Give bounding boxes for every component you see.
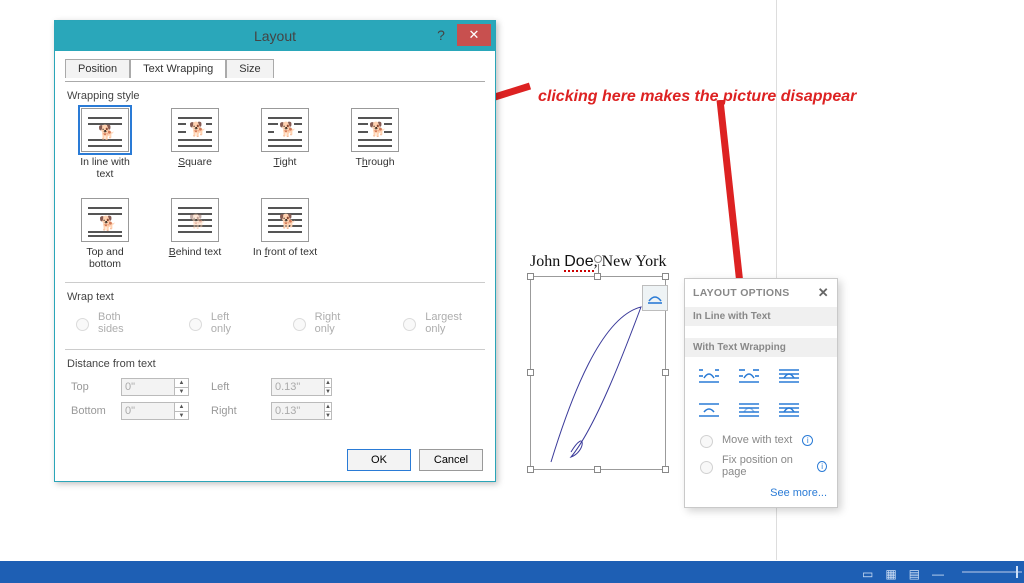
resize-handle[interactable]: [527, 466, 534, 473]
flyout-close-icon[interactable]: ✕: [818, 285, 829, 301]
wrap-label: Top and bottom: [86, 246, 123, 270]
layout-options-flyout: LAYOUT OPTIONS ✕ In Line with Text With …: [684, 278, 838, 508]
wrapping-style-label: Wrapping style: [67, 90, 485, 102]
wrap-text-label: Wrap text: [67, 291, 485, 303]
annotation-text: clicking here makes the picture disappea…: [538, 88, 856, 106]
flyout-option-through[interactable]: [773, 363, 805, 389]
wrap-option-behind[interactable]: 🐕 Behind text: [161, 198, 229, 270]
resize-handle[interactable]: [594, 273, 601, 280]
tab-text-wrapping[interactable]: Text Wrapping: [130, 59, 226, 78]
dist-top-input: ▲▼: [121, 378, 191, 396]
resize-handle[interactable]: [662, 466, 669, 473]
flyout-option-square[interactable]: [693, 363, 725, 389]
flyout-section-wrap: With Text Wrapping: [685, 338, 837, 357]
wrap-option-topbottom[interactable]: 🐕 Top and bottom: [71, 198, 139, 270]
status-bar: ▭ ▦ ▤ —: [0, 561, 1024, 583]
dist-left-label: Left: [211, 381, 271, 393]
view-print-layout-icon[interactable]: ▦: [885, 567, 896, 581]
dist-bottom-label: Bottom: [71, 405, 121, 417]
flyout-option-tight[interactable]: [733, 363, 765, 389]
layout-options-icon: [646, 291, 664, 305]
tab-position[interactable]: Position: [65, 59, 130, 78]
dist-right-input: ▲▼: [271, 402, 321, 420]
dialog-title: Layout: [254, 28, 296, 44]
wrap-label: Behind text: [169, 246, 222, 258]
dist-right-label: Right: [211, 405, 271, 417]
wrap-option-tight[interactable]: 🐕 Tight: [251, 108, 319, 180]
wrap-label: Tight: [274, 156, 297, 168]
dialog-titlebar[interactable]: Layout ? ✕: [55, 21, 495, 51]
ok-button[interactable]: OK: [347, 449, 411, 471]
zoom-out-icon[interactable]: —: [932, 567, 944, 581]
flyout-option-infront[interactable]: [773, 397, 805, 423]
view-web-layout-icon[interactable]: ▤: [909, 567, 920, 581]
help-icon[interactable]: ?: [427, 24, 455, 46]
flyout-radio-fix-position: Fix position on pagei: [685, 451, 837, 481]
radio-left-only: Left only: [184, 311, 248, 335]
resize-handle[interactable]: [527, 273, 534, 280]
resize-handle[interactable]: [662, 369, 669, 376]
rotate-handle[interactable]: [594, 255, 602, 263]
wrap-option-through[interactable]: 🐕 Through: [341, 108, 409, 180]
wrap-option-square[interactable]: 🐕 Square: [161, 108, 229, 180]
wrap-label: In line with text: [80, 156, 130, 180]
tab-size[interactable]: Size: [226, 59, 273, 78]
resize-handle[interactable]: [594, 466, 601, 473]
layout-dialog: Layout ? ✕ Position Text Wrapping Size W…: [54, 20, 496, 482]
zoom-slider-thumb[interactable]: [1016, 566, 1018, 578]
cancel-button[interactable]: Cancel: [419, 449, 483, 471]
flyout-radio-move-with-text: Move with texti: [685, 429, 837, 451]
resize-handle[interactable]: [662, 273, 669, 280]
wrap-label: In front of text: [253, 246, 317, 258]
wrap-label: Square: [178, 156, 212, 168]
zoom-slider-track[interactable]: [962, 571, 1022, 573]
wrap-option-inline[interactable]: 🐕 In line with text: [71, 108, 139, 180]
radio-both-sides: Both sides: [71, 311, 144, 335]
view-read-mode-icon[interactable]: ▭: [862, 567, 873, 581]
dist-top-label: Top: [71, 381, 121, 393]
wrap-option-infront[interactable]: 🐕 In front of text: [251, 198, 319, 270]
flyout-title: LAYOUT OPTIONS: [693, 287, 790, 299]
dist-bottom-input: ▲▼: [121, 402, 191, 420]
flyout-option-topbottom[interactable]: [693, 397, 725, 423]
flyout-section-inline: In Line with Text: [685, 307, 837, 326]
distance-label: Distance from text: [67, 358, 485, 370]
flyout-see-more-link[interactable]: See more...: [685, 481, 837, 507]
dist-left-input: ▲▼: [271, 378, 321, 396]
wrapping-style-grid: 🐕 In line with text 🐕 Square: [65, 106, 485, 272]
layout-options-button[interactable]: [642, 285, 668, 311]
radio-largest-only: Largest only: [398, 311, 479, 335]
close-icon[interactable]: ✕: [457, 24, 491, 46]
resize-handle[interactable]: [527, 369, 534, 376]
radio-right-only: Right only: [288, 311, 359, 335]
flyout-option-behind[interactable]: [733, 397, 765, 423]
wrap-label: Through: [355, 156, 394, 168]
